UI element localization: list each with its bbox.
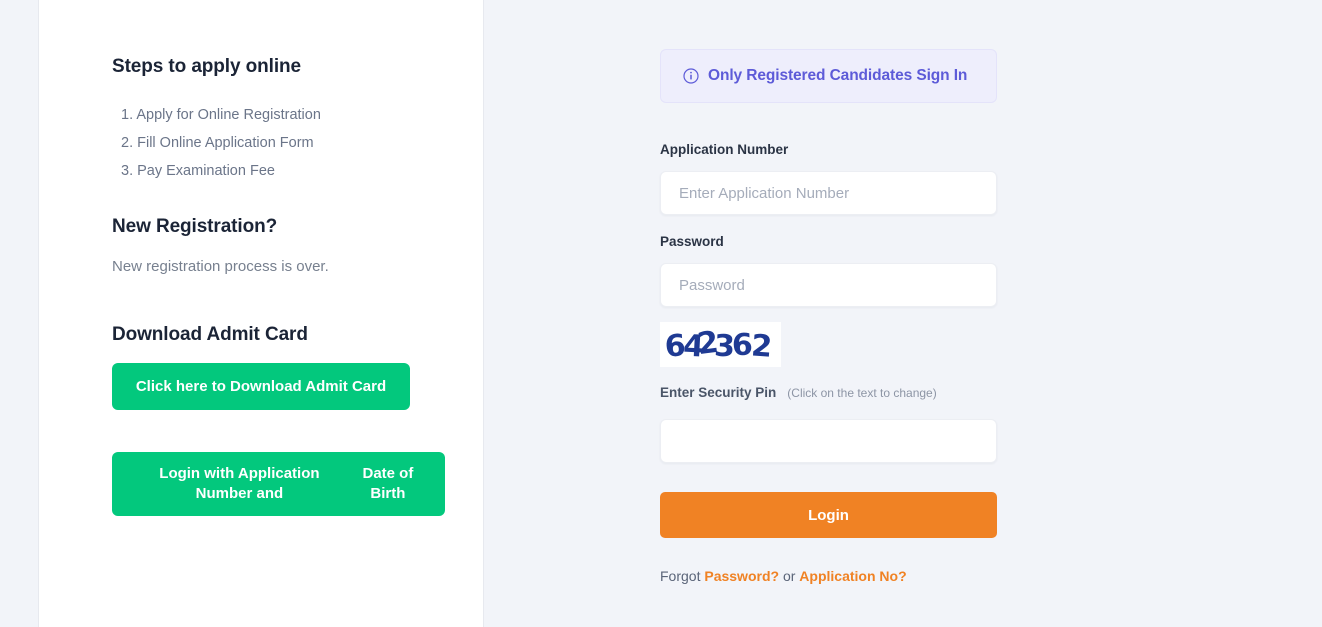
step-number: 3. [121, 163, 134, 179]
steps-heading: Steps to apply online [112, 56, 301, 77]
download-admit-card-button[interactable]: Click here to Download Admit Card [112, 363, 410, 410]
forgot-application-number-link[interactable]: Application No? [799, 568, 906, 584]
security-pin-hint: (Click on the text to change) [787, 386, 937, 400]
security-pin-label: Enter Security Pin [660, 385, 777, 400]
list-item: 1. Apply for Online Registration [121, 101, 321, 129]
login-button[interactable]: Login [660, 492, 997, 538]
step-label: Apply for Online Registration [136, 107, 321, 123]
captcha-image[interactable]: 6 4 2 3 6 2 [660, 322, 781, 367]
forgot-links-row: Forgot Password? or Application No? [660, 568, 907, 584]
new-registration-text: New registration process is over. [112, 258, 329, 275]
security-pin-label-row: Enter Security Pin (Click on the text to… [660, 385, 937, 400]
login-with-dob-line1: Login with Application Number and [159, 465, 320, 502]
password-input[interactable] [660, 263, 997, 307]
application-number-input[interactable] [660, 171, 997, 215]
password-label: Password [660, 234, 724, 249]
captcha-digit: 2 [750, 328, 773, 364]
login-with-dob-button[interactable]: Login with Application Number and Date o… [112, 452, 445, 516]
application-number-label: Application Number [660, 142, 789, 157]
info-panel: Steps to apply online 1. Apply for Onlin… [38, 0, 484, 627]
info-circle-icon [683, 68, 699, 84]
registered-candidates-banner-text: Only Registered Candidates Sign In [708, 67, 968, 84]
steps-list: 1. Apply for Online Registration 2. Fill… [121, 101, 321, 185]
step-number: 2. [121, 135, 134, 151]
login-page: Steps to apply online 1. Apply for Onlin… [0, 0, 1322, 627]
new-registration-heading: New Registration? [112, 216, 278, 237]
captcha-digits: 6 4 2 3 6 2 [660, 322, 781, 367]
step-label: Fill Online Application Form [137, 135, 314, 151]
forgot-password-link[interactable]: Password? [704, 568, 779, 584]
step-number: 1. [121, 107, 134, 123]
forgot-prefix-label: Forgot [660, 568, 701, 584]
security-pin-input[interactable] [660, 419, 997, 463]
forgot-separator: or [782, 568, 796, 584]
list-item: 3. Pay Examination Fee [121, 157, 321, 185]
list-item: 2. Fill Online Application Form [121, 129, 321, 157]
login-with-dob-line2: Date of Birth [362, 465, 414, 502]
download-admit-card-heading: Download Admit Card [112, 324, 308, 345]
registered-candidates-banner: Only Registered Candidates Sign In [660, 49, 997, 103]
step-label: Pay Examination Fee [137, 163, 275, 179]
